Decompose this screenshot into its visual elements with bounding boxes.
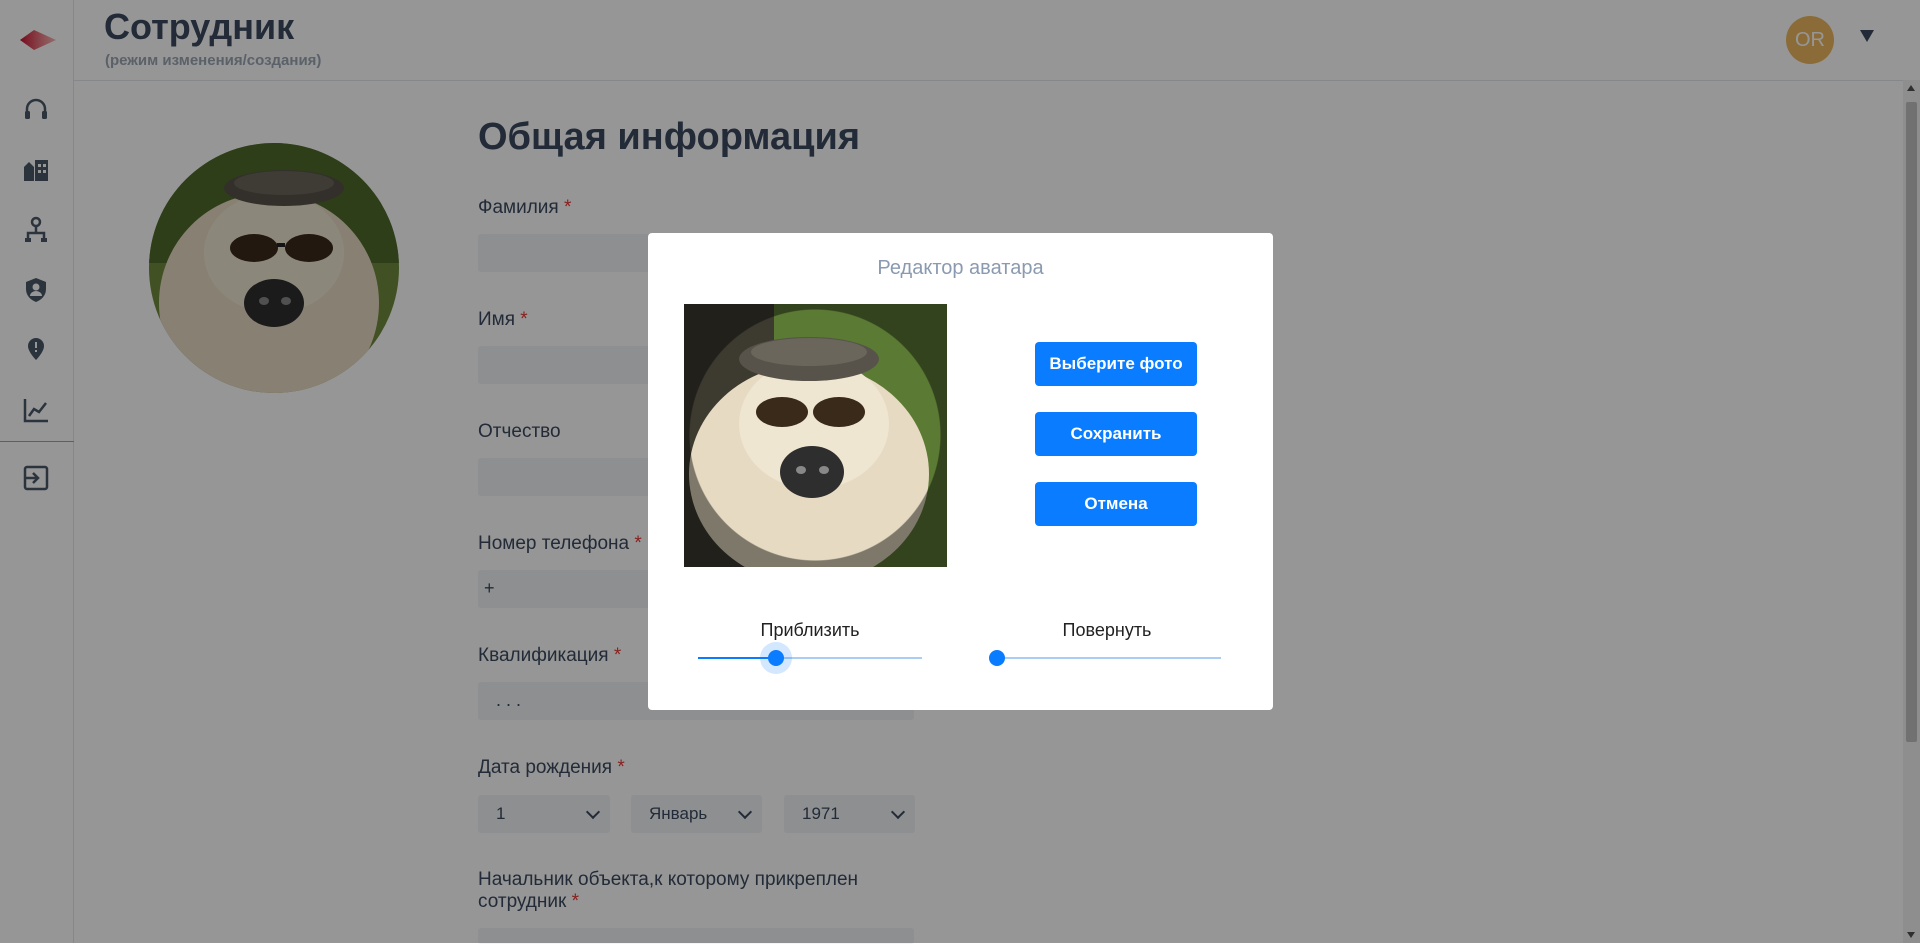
crop-mask: [684, 304, 947, 567]
cancel-button[interactable]: Отмена: [1035, 482, 1197, 526]
zoom-slider[interactable]: [698, 650, 922, 666]
zoom-slider-thumb[interactable]: [768, 650, 785, 666]
rotate-label: Повернуть: [1062, 620, 1152, 640]
zoom-label: Приблизить: [760, 620, 860, 640]
avatar-crop-area[interactable]: [684, 304, 947, 567]
rotate-slider[interactable]: [989, 650, 1221, 666]
choose-photo-button[interactable]: Выберите фото: [1035, 342, 1197, 386]
rotate-slider-thumb[interactable]: [989, 650, 1005, 666]
avatar-editor-modal: Редактор аватара Выберите фото Сохранить…: [648, 233, 1273, 710]
zoom-slider-fill: [698, 657, 777, 659]
save-button[interactable]: Сохранить: [1035, 412, 1197, 456]
modal-title: Редактор аватара: [877, 257, 1044, 279]
